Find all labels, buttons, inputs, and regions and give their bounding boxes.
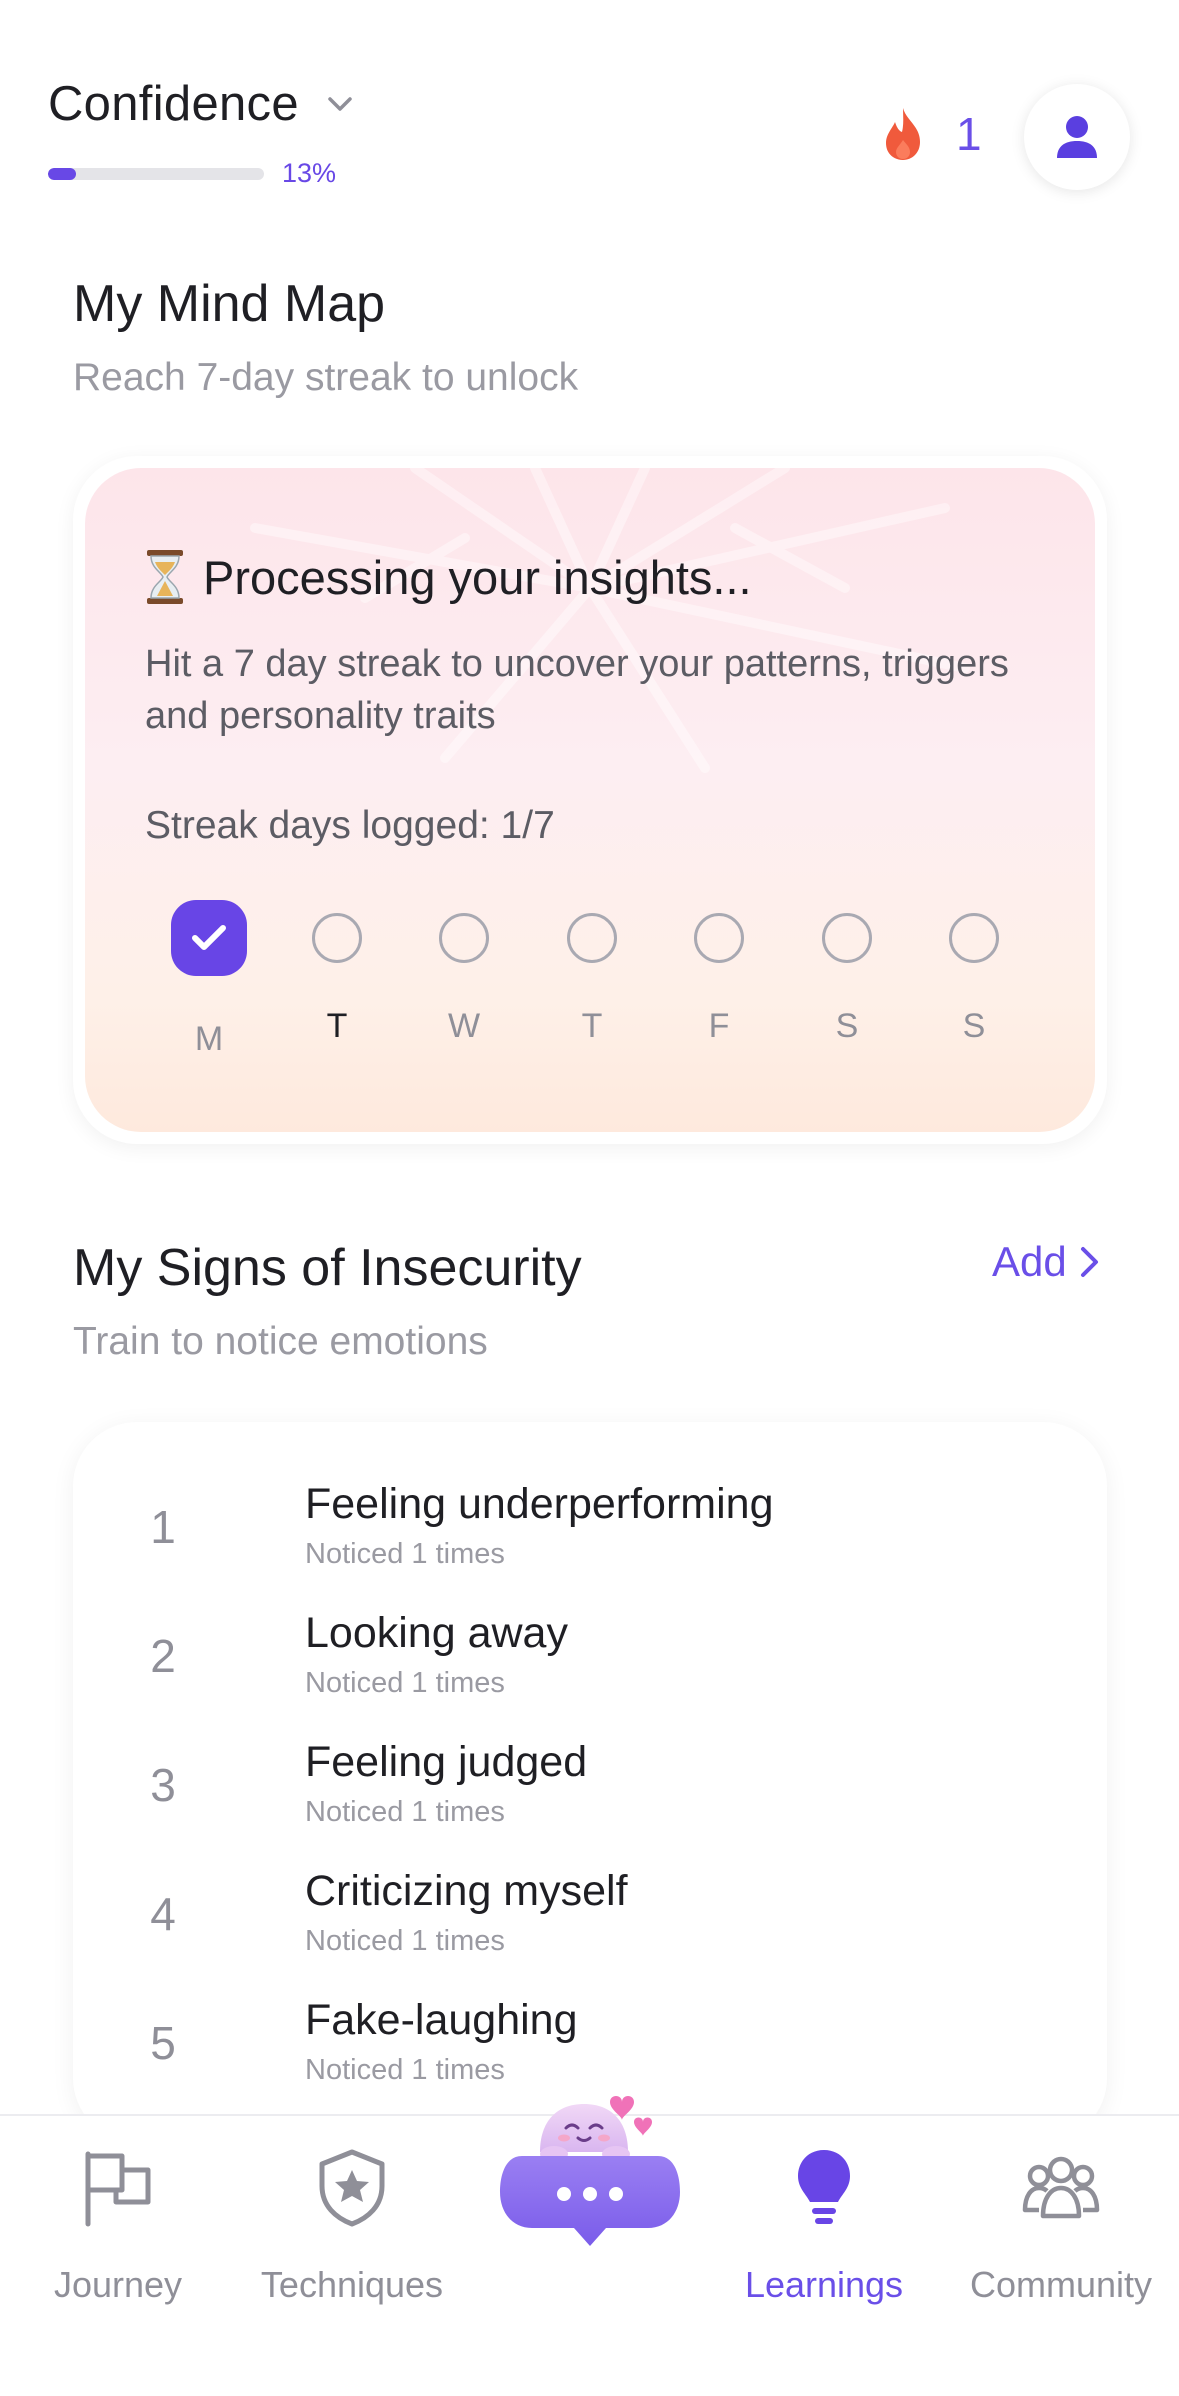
day-monday: M bbox=[171, 900, 247, 1059]
streak-days-row: M T W T F S S bbox=[171, 900, 1031, 1070]
day-thursday: T bbox=[554, 900, 630, 1046]
sign-title: Criticizing myself bbox=[305, 1867, 628, 1915]
people-icon bbox=[1022, 2156, 1100, 2219]
mind-map-card-inner: Processing your insights... Hit a 7 day … bbox=[85, 468, 1095, 1132]
day-letter: S bbox=[962, 1007, 986, 1045]
list-item[interactable]: 4 Criticizing myself Noticed 1 times bbox=[143, 1867, 1043, 1977]
sign-count: Noticed 1 times bbox=[305, 1925, 505, 1957]
goal-progress-label: 13% bbox=[282, 158, 337, 188]
streak-days-label: Streak days logged: 1/7 bbox=[145, 804, 555, 847]
list-item[interactable]: 2 Looking away Noticed 1 times bbox=[143, 1609, 1043, 1719]
add-label: Add bbox=[992, 1238, 1067, 1285]
day-sunday: S bbox=[936, 900, 1012, 1046]
sign-count: Noticed 1 times bbox=[305, 1538, 505, 1570]
day-letter: T bbox=[581, 1007, 603, 1045]
chevron-right-icon bbox=[1080, 1247, 1098, 1277]
day-letter: S bbox=[835, 1007, 859, 1045]
day-saturday: S bbox=[809, 900, 885, 1046]
sign-title: Looking away bbox=[305, 1609, 568, 1657]
add-sign-button[interactable]: Add bbox=[992, 1238, 1101, 1286]
hourglass-icon bbox=[147, 550, 183, 604]
sign-count: Noticed 1 times bbox=[305, 1796, 505, 1828]
chevron-down-icon bbox=[328, 97, 352, 111]
chat-mascot-icon[interactable] bbox=[498, 2070, 682, 2260]
processing-description: Hit a 7 day streak to uncover your patte… bbox=[145, 643, 1009, 737]
sign-number: 5 bbox=[150, 2017, 176, 2069]
mind-map-card[interactable]: Processing your insights... Hit a 7 day … bbox=[73, 456, 1107, 1144]
flag-icon bbox=[85, 2151, 151, 2227]
day-letter: W bbox=[447, 1007, 481, 1045]
sign-number: 1 bbox=[150, 1501, 176, 1553]
nav-community[interactable]: Community bbox=[943, 2146, 1179, 2306]
sign-title: Feeling underperforming bbox=[305, 1480, 774, 1528]
sign-count: Noticed 1 times bbox=[305, 1667, 505, 1699]
day-letter: F bbox=[708, 1007, 730, 1045]
shield-star-icon bbox=[319, 2149, 385, 2227]
day-letter: T bbox=[326, 1007, 348, 1045]
signs-list-card: 1 Feeling underperforming Noticed 1 time… bbox=[73, 1422, 1107, 2142]
flame-icon bbox=[886, 108, 920, 160]
goal-selector[interactable]: Confidence bbox=[48, 76, 355, 132]
sign-title: Fake-laughing bbox=[305, 1996, 578, 2044]
signs-subtitle: Train to notice emotions bbox=[73, 1320, 488, 1363]
nav-label: Techniques bbox=[260, 2264, 444, 2305]
day-checked-circle bbox=[171, 900, 247, 976]
day-empty-circle bbox=[312, 913, 362, 963]
sign-count: Noticed 1 times bbox=[305, 2054, 505, 2086]
header: Confidence 13% 1 bbox=[0, 0, 1179, 220]
mind-map-title: My Mind Map bbox=[73, 275, 386, 333]
nav-journey[interactable]: Journey bbox=[0, 2146, 236, 2306]
day-letter: M bbox=[194, 1020, 224, 1058]
lightbulb-icon bbox=[798, 2150, 850, 2224]
goal-title: Confidence bbox=[48, 77, 299, 131]
day-empty-circle bbox=[949, 913, 999, 963]
processing-row: Processing your insights... bbox=[145, 548, 752, 606]
list-item[interactable]: 1 Feeling underperforming Noticed 1 time… bbox=[143, 1480, 1043, 1590]
day-wednesday: W bbox=[426, 900, 502, 1046]
sign-number: 4 bbox=[150, 1888, 176, 1940]
day-empty-circle bbox=[822, 913, 872, 963]
day-tuesday: T bbox=[299, 900, 375, 1046]
list-item[interactable]: 3 Feeling judged Noticed 1 times bbox=[143, 1738, 1043, 1848]
check-icon bbox=[192, 925, 226, 950]
profile-button[interactable] bbox=[1024, 84, 1130, 190]
streak-counter[interactable]: 1 bbox=[880, 106, 982, 162]
sign-title: Feeling judged bbox=[305, 1738, 588, 1786]
day-empty-circle bbox=[567, 913, 617, 963]
streak-count: 1 bbox=[956, 108, 982, 160]
mind-map-subtitle: Reach 7-day streak to unlock bbox=[73, 356, 579, 399]
processing-title: Processing your insights... bbox=[203, 550, 752, 604]
nav-label: Learnings bbox=[744, 2264, 904, 2305]
decorative-rays bbox=[250, 468, 970, 773]
nav-techniques[interactable]: Techniques bbox=[234, 2146, 470, 2306]
sign-number: 2 bbox=[150, 1630, 176, 1682]
goal-progress-bar bbox=[48, 168, 264, 180]
goal-progress-fill bbox=[48, 168, 77, 180]
signs-title: My Signs of Insecurity bbox=[73, 1239, 582, 1297]
day-empty-circle bbox=[439, 913, 489, 963]
nav-label: Journey bbox=[53, 2264, 183, 2305]
sign-number: 3 bbox=[150, 1759, 176, 1811]
day-friday: F bbox=[681, 900, 757, 1046]
day-empty-circle bbox=[694, 913, 744, 963]
nav-learnings[interactable]: Learnings bbox=[706, 2146, 942, 2306]
profile-icon bbox=[1057, 116, 1097, 158]
nav-label: Community bbox=[969, 2264, 1153, 2305]
